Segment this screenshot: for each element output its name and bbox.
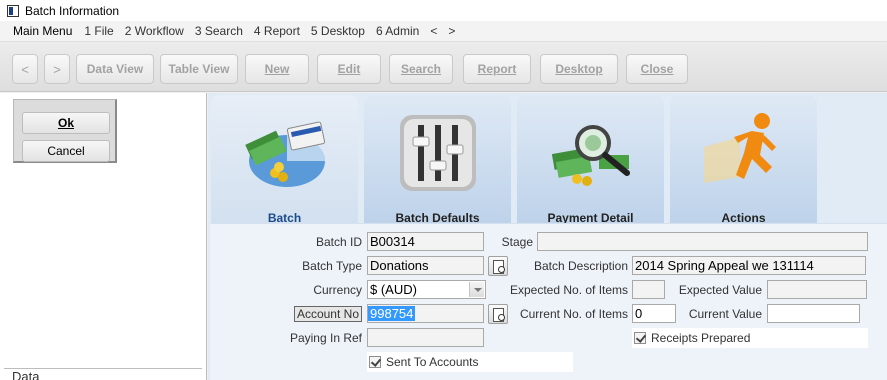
tab-batch[interactable]: Batch [211, 95, 358, 225]
menu-scroll-right[interactable]: > [448, 24, 455, 38]
menu-search[interactable]: 3 Search [195, 24, 243, 38]
current-items-label: Current No. of Items [519, 307, 628, 321]
account-no-label-text: Account No [293, 306, 362, 322]
menu-scroll-left[interactable]: < [430, 24, 437, 38]
account-no-label: Account No [272, 306, 362, 322]
receipts-prepared-checkbox[interactable] [634, 332, 646, 344]
current-value-label: Current Value [688, 307, 762, 321]
batch-type-lookup-icon[interactable] [488, 256, 508, 276]
menu-desktop[interactable]: 5 Desktop [311, 24, 365, 38]
edit-button[interactable]: Edit [317, 54, 381, 84]
current-items-field[interactable]: 0 [632, 304, 676, 323]
tab-batch-defaults[interactable]: Batch Defaults [364, 95, 511, 225]
title-bar: Batch Information [0, 0, 887, 21]
sliders-icon [399, 115, 476, 191]
magnifier-money-icon [551, 125, 630, 186]
batch-type-label: Batch Type [302, 259, 362, 273]
expected-value-field[interactable] [767, 280, 867, 299]
menu-admin[interactable]: 6 Admin [376, 24, 419, 38]
ok-button[interactable]: Ok [22, 112, 110, 134]
data-view-button[interactable]: Data View [76, 54, 154, 84]
receipts-prepared-label: Receipts Prepared [651, 331, 751, 345]
paying-in-ref-field[interactable] [367, 328, 484, 347]
batch-description-field[interactable]: 2014 Spring Appeal we 131114 [632, 256, 866, 275]
expected-items-field[interactable] [632, 280, 665, 299]
sent-to-accounts-row[interactable]: Sent To Accounts [367, 352, 573, 372]
menu-workflow[interactable]: 2 Workflow [125, 24, 184, 38]
search-button[interactable]: Search [389, 54, 453, 84]
menu-file[interactable]: 1 File [84, 24, 113, 38]
report-button[interactable]: Report [463, 54, 531, 84]
tab-actions[interactable]: Actions [670, 95, 817, 225]
forward-button[interactable]: > [44, 54, 70, 84]
sent-to-accounts-label: Sent To Accounts [386, 355, 479, 369]
toolbar: < > Data View Table View New Edit Search… [0, 42, 887, 92]
batch-money-card-icon [244, 121, 325, 187]
chevron-down-icon[interactable] [469, 282, 484, 297]
paying-in-ref-label: Paying In Ref [289, 331, 362, 345]
running-man-icon [703, 113, 776, 183]
expected-value-label: Expected Value [678, 283, 762, 297]
batch-type-field[interactable]: Donations [367, 256, 484, 275]
stage-label: Stage [501, 235, 533, 249]
tab-payment-detail[interactable]: Payment Detail [517, 95, 664, 225]
right-panel: Batch Batch Defaults Payment Detail Acti… [208, 93, 887, 380]
window-title: Batch Information [25, 3, 120, 18]
account-no-value: 998754 [368, 306, 416, 321]
account-lookup-icon[interactable] [488, 304, 508, 324]
batch-id-field[interactable]: B00314 [367, 232, 484, 251]
menu-bar: Main Menu 1 File 2 Workflow 3 Search 4 R… [0, 21, 887, 42]
app-icon [7, 4, 19, 17]
batch-form: Batch ID B00314 Stage Batch Type Donatio… [210, 223, 887, 380]
current-value-field[interactable] [767, 304, 860, 323]
currency-value: $ (AUD) [370, 282, 417, 297]
expected-items-label: Expected No. of Items [510, 283, 629, 297]
left-panel: Ok Cancel Data [0, 93, 207, 380]
new-button[interactable]: New [245, 54, 309, 84]
menu-report[interactable]: 4 Report [254, 24, 300, 38]
table-view-button[interactable]: Table View [160, 54, 238, 84]
currency-select[interactable]: $ (AUD) [367, 280, 486, 299]
account-no-field[interactable]: 998754 [367, 304, 484, 323]
sent-to-accounts-checkbox[interactable] [369, 356, 381, 368]
ok-cancel-box: Ok Cancel [13, 99, 117, 163]
back-button[interactable]: < [12, 54, 38, 84]
batch-id-label: Batch ID [315, 235, 362, 249]
batch-description-label: Batch Description [533, 259, 628, 273]
desktop-button[interactable]: Desktop [540, 54, 618, 84]
data-section-header[interactable]: Data [4, 368, 202, 380]
receipts-prepared-row[interactable]: Receipts Prepared [632, 328, 868, 348]
cancel-button[interactable]: Cancel [22, 140, 110, 162]
menu-main-menu[interactable]: Main Menu [13, 24, 72, 38]
close-button[interactable]: Close [626, 54, 688, 84]
stage-field[interactable] [537, 232, 868, 251]
currency-label: Currency [313, 283, 362, 297]
